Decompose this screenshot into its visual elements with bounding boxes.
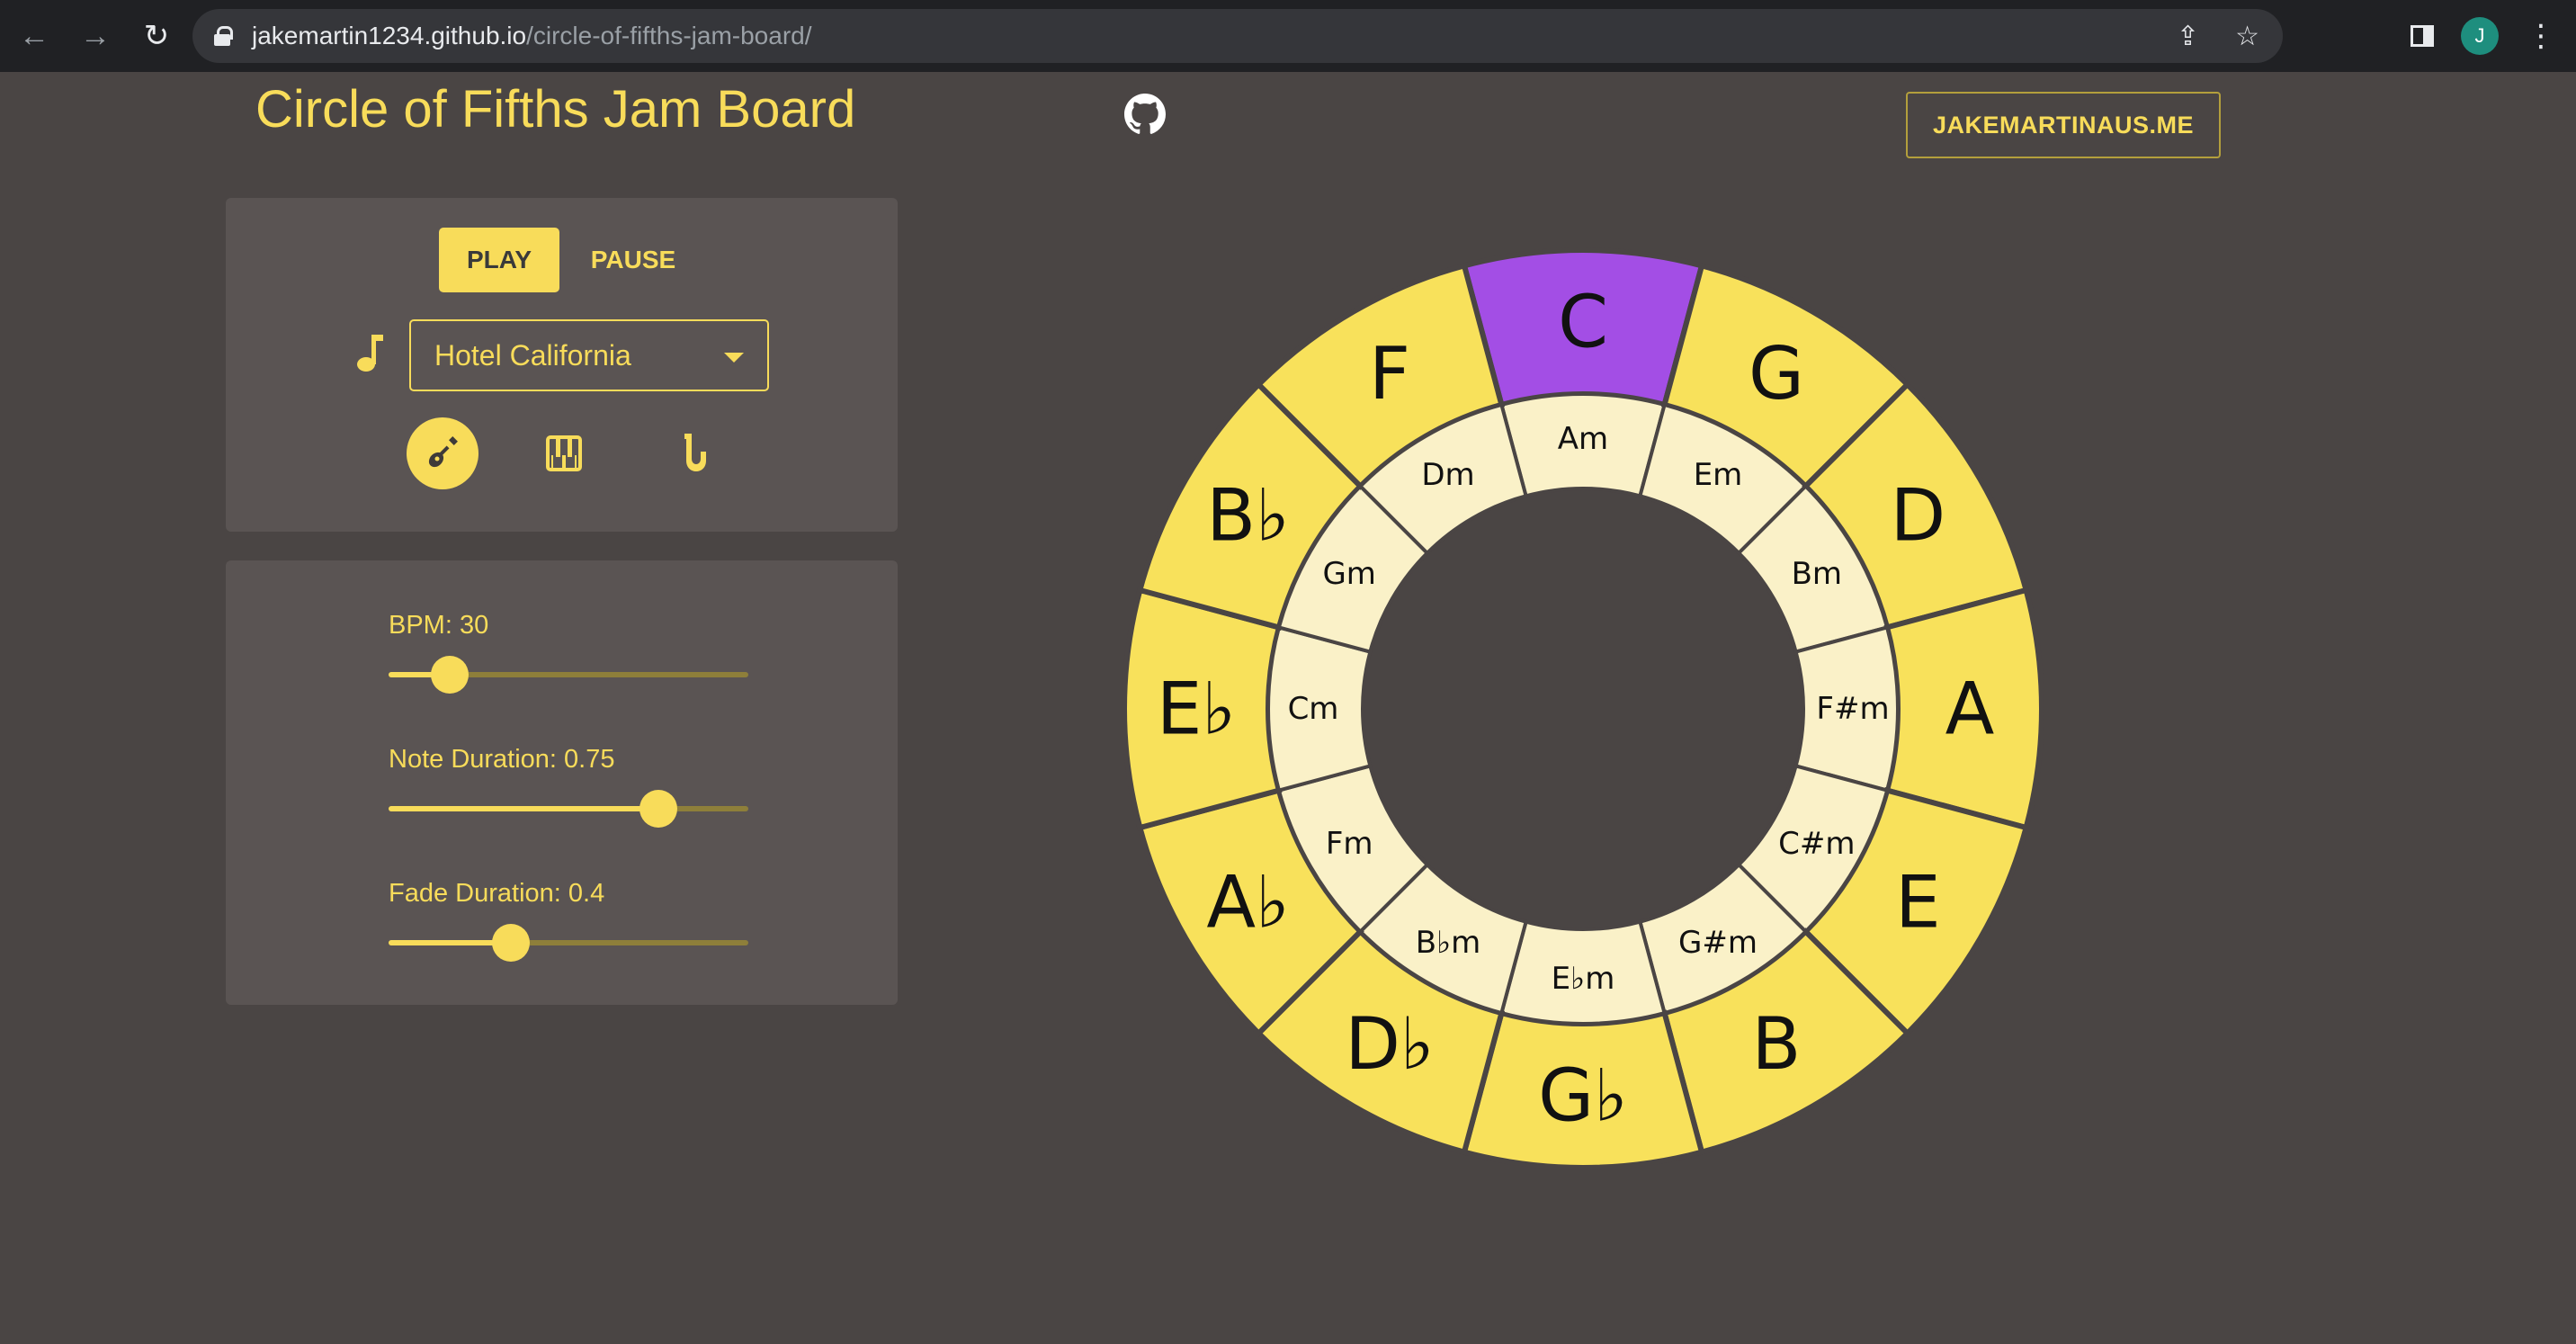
minor-key-label: Fm xyxy=(1326,826,1373,862)
major-key-label: B xyxy=(1752,1002,1802,1086)
major-key-label: F xyxy=(1369,332,1410,416)
minor-key-label: F#m xyxy=(1816,691,1889,727)
kebab-menu-icon[interactable]: ⋮ xyxy=(2526,21,2556,51)
minor-key-label: Dm xyxy=(1421,457,1474,493)
guitar-button[interactable] xyxy=(407,417,479,489)
major-key-label: D xyxy=(1891,474,1946,558)
forward-arrow-icon[interactable]: → xyxy=(68,9,122,63)
page-title: Circle of Fifths Jam Board xyxy=(255,80,856,139)
note-duration-label: Note Duration: 0.75 xyxy=(389,745,615,774)
minor-key-label: Em xyxy=(1694,457,1743,493)
circle-of-fifths: C Am G Em D Bm A F#m E C#m B G#m G♭ E♭m D♭ B♭m A♭ Fm E♭ Cm B… xyxy=(1122,247,2044,1170)
side-panel-icon[interactable] xyxy=(2411,25,2434,47)
minor-key-label: C#m xyxy=(1778,826,1855,862)
major-key-label: E xyxy=(1895,861,1941,945)
star-icon[interactable]: ☆ xyxy=(2235,21,2259,52)
bpm-slider[interactable] xyxy=(389,656,748,694)
github-icon[interactable] xyxy=(1124,94,1166,135)
note-duration-slider[interactable] xyxy=(389,790,748,828)
address-bar[interactable]: jakemartin1234.github.io/circle-of-fifth… xyxy=(192,9,2283,63)
bpm-slider-thumb[interactable] xyxy=(431,656,469,694)
fade-duration-slider-thumb[interactable] xyxy=(492,924,530,962)
bpm-label: BPM: 30 xyxy=(389,611,489,640)
browser-toolbar: ← → ↻ jakemartin1234.github.io/circle-of… xyxy=(0,0,2576,72)
site-link-button[interactable]: JAKEMARTINAUS.ME xyxy=(1906,92,2221,158)
minor-key-label: G#m xyxy=(1678,925,1758,961)
play-button[interactable]: PLAY xyxy=(439,228,559,292)
piano-icon[interactable] xyxy=(546,435,582,471)
minor-key-label: B♭m xyxy=(1416,925,1480,961)
pause-button[interactable]: PAUSE xyxy=(579,228,687,292)
lock-icon[interactable] xyxy=(214,26,233,46)
song-select[interactable]: Hotel California xyxy=(409,319,769,391)
major-key-label: B♭ xyxy=(1206,474,1290,558)
minor-key-label: E♭m xyxy=(1552,961,1615,997)
share-icon[interactable]: ⇪ xyxy=(2177,21,2199,52)
major-key-label: A♭ xyxy=(1206,861,1289,945)
url-host: jakemartin1234.github.io xyxy=(252,22,527,49)
guitar-icon xyxy=(428,436,458,468)
major-key-label: A xyxy=(1945,668,1995,751)
minor-key-label: Cm xyxy=(1288,691,1339,727)
major-key-label: G♭ xyxy=(1538,1054,1628,1138)
minor-key-label: Am xyxy=(1558,421,1608,457)
saxophone-icon[interactable] xyxy=(679,432,711,475)
reload-icon[interactable]: ↻ xyxy=(130,9,183,63)
major-key-label: D♭ xyxy=(1345,1002,1434,1086)
chevron-down-icon xyxy=(724,353,744,363)
fade-duration-label: Fade Duration: 0.4 xyxy=(389,879,605,908)
circle-center xyxy=(1364,490,1802,927)
major-key-label: C xyxy=(1558,281,1608,364)
minor-key-label: Bm xyxy=(1792,556,1842,592)
major-key-label: G xyxy=(1749,332,1804,416)
playback-panel: PLAY PAUSE Hotel California xyxy=(226,198,898,532)
url-path: /circle-of-fifths-jam-board/ xyxy=(526,22,812,49)
back-arrow-icon[interactable]: ← xyxy=(7,9,61,63)
profile-avatar[interactable]: J xyxy=(2461,17,2499,55)
note-duration-slider-thumb[interactable] xyxy=(640,790,677,828)
minor-key-label: Gm xyxy=(1322,556,1375,592)
settings-panel: BPM: 30 Note Duration: 0.75 Fade Duratio… xyxy=(226,560,898,1005)
fade-duration-slider[interactable] xyxy=(389,924,748,962)
major-key-label: E♭ xyxy=(1157,668,1236,751)
music-note-icon xyxy=(357,335,383,372)
song-select-value: Hotel California xyxy=(434,338,631,372)
